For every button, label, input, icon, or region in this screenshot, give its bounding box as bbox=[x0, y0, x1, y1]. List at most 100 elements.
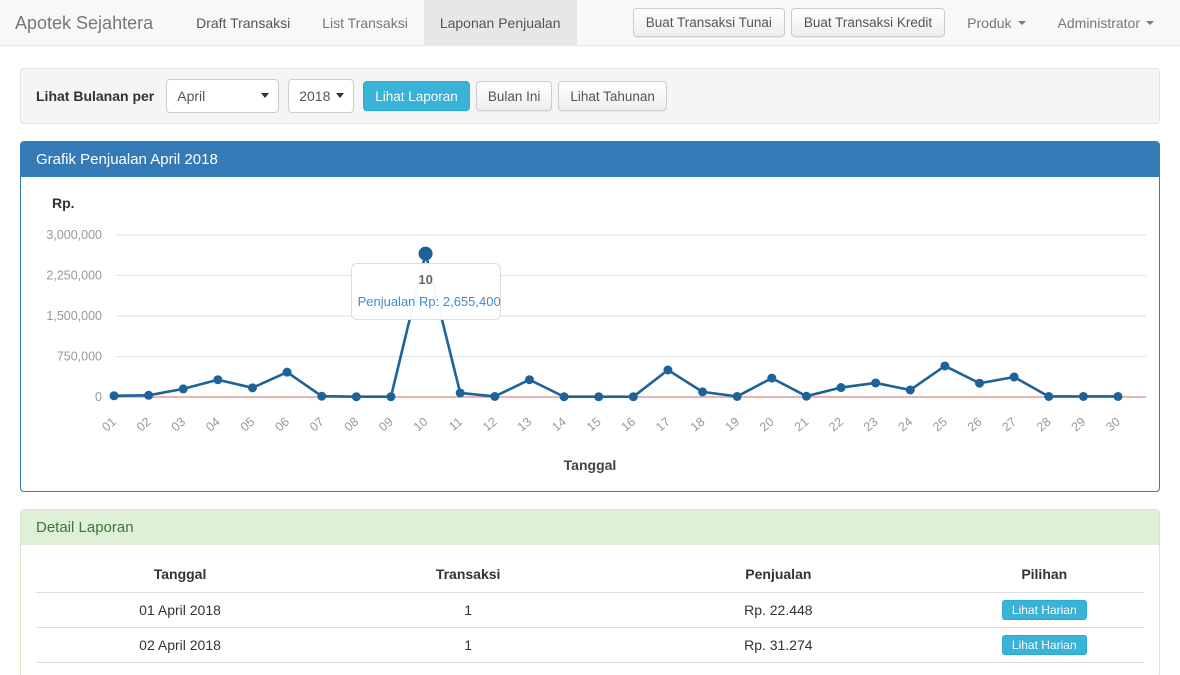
data-point-02[interactable] bbox=[144, 391, 153, 400]
col-header-penjualan: Penjualan bbox=[612, 559, 944, 593]
bulan-ini-button[interactable]: Bulan Ini bbox=[476, 81, 553, 111]
sales-chart[interactable]: 0750,0001,500,0002,250,0003,000,00001020… bbox=[36, 219, 1144, 443]
app-brand[interactable]: Apotek Sejahtera bbox=[0, 0, 168, 45]
col-header-transaksi: Transaksi bbox=[324, 559, 612, 593]
x-tick-label: 12 bbox=[480, 415, 500, 435]
x-tick-label: 16 bbox=[619, 415, 639, 435]
sales-line-chart[interactable]: 0750,0001,500,0002,250,0003,000,00001020… bbox=[36, 219, 1146, 443]
lihat-laporan-button[interactable]: Lihat Laporan bbox=[363, 81, 470, 111]
x-tick-label: 05 bbox=[238, 415, 258, 435]
month-select-value: April bbox=[177, 88, 205, 104]
chart-tooltip: 10 Penjualan Rp: 2,655,400 bbox=[351, 263, 501, 320]
nav-list-transaksi[interactable]: List Transaksi bbox=[306, 0, 424, 45]
buat-transaksi-kredit-button[interactable]: Buat Transaksi Kredit bbox=[791, 8, 945, 37]
x-tick-label: 27 bbox=[999, 415, 1019, 435]
table-header-row: Tanggal Transaksi Penjualan Pilihan bbox=[36, 559, 1144, 593]
data-point-18[interactable] bbox=[698, 387, 707, 396]
chart-panel-title: Grafik Penjualan April 2018 bbox=[21, 142, 1159, 177]
data-point-16[interactable] bbox=[629, 392, 638, 401]
month-select[interactable]: April bbox=[166, 79, 279, 113]
data-point-27[interactable] bbox=[1010, 373, 1019, 382]
chevron-down-icon bbox=[1146, 21, 1154, 25]
nav-laporan-penjualan[interactable]: Laponan Penjualan bbox=[424, 0, 577, 45]
tooltip-value: Penjualan Rp: 2,655,400 bbox=[358, 294, 494, 309]
lihat-harian-button[interactable]: Lihat Harian bbox=[1002, 600, 1087, 620]
data-point-09[interactable] bbox=[386, 392, 395, 401]
lihat-tahunan-button[interactable]: Lihat Tahunan bbox=[558, 81, 667, 111]
table-row: 01 April 2018 1 Rp. 22.448 Lihat Harian bbox=[36, 593, 1144, 628]
year-select-value: 2018 bbox=[299, 88, 330, 104]
produk-dropdown-label: Produk bbox=[967, 15, 1011, 31]
data-point-12[interactable] bbox=[490, 392, 499, 401]
data-point-28[interactable] bbox=[1044, 392, 1053, 401]
data-point-15[interactable] bbox=[594, 392, 603, 401]
x-tick-label: 19 bbox=[722, 415, 742, 435]
data-point-26[interactable] bbox=[975, 379, 984, 388]
data-point-07[interactable] bbox=[317, 392, 326, 401]
data-point-13[interactable] bbox=[525, 375, 534, 384]
chart-panel: Grafik Penjualan April 2018 Rp. 0750,000… bbox=[20, 141, 1160, 492]
data-point-29[interactable] bbox=[1079, 392, 1088, 401]
administrator-dropdown-label: Administrator bbox=[1058, 15, 1140, 31]
navbar: Apotek Sejahtera Draft Transaksi List Tr… bbox=[0, 0, 1180, 46]
cell-penjualan: Rp. 22.448 bbox=[612, 593, 944, 628]
data-point-08[interactable] bbox=[352, 392, 361, 401]
data-point-23[interactable] bbox=[871, 378, 880, 387]
x-tick-label: 15 bbox=[584, 415, 604, 435]
y-tick-label: 3,000,000 bbox=[46, 228, 102, 242]
x-tick-label: 23 bbox=[861, 415, 881, 435]
filter-label: Lihat Bulanan per bbox=[36, 88, 154, 104]
data-point-17[interactable] bbox=[663, 366, 672, 375]
x-axis-title: Tanggal bbox=[36, 457, 1144, 473]
cell-penjualan: Rp. 31.274 bbox=[612, 628, 944, 663]
x-tick-label: 22 bbox=[826, 415, 846, 435]
data-point-21[interactable] bbox=[802, 392, 811, 401]
table-row: 02 April 2018 1 Rp. 31.274 Lihat Harian bbox=[36, 628, 1144, 663]
x-tick-label: 26 bbox=[965, 415, 985, 435]
data-point-10[interactable] bbox=[419, 247, 433, 261]
x-tick-label: 04 bbox=[203, 415, 223, 435]
x-tick-label: 01 bbox=[99, 415, 119, 435]
x-tick-label: 13 bbox=[515, 415, 535, 435]
data-point-04[interactable] bbox=[213, 375, 222, 384]
y-tick-label: 1,500,000 bbox=[46, 309, 102, 323]
cell-tanggal: 01 April 2018 bbox=[36, 593, 324, 628]
x-tick-label: 07 bbox=[307, 415, 327, 435]
y-tick-label: 0 bbox=[95, 390, 102, 404]
x-tick-label: 18 bbox=[688, 415, 708, 435]
y-tick-label: 2,250,000 bbox=[46, 269, 102, 283]
nav-draft-transaksi[interactable]: Draft Transaksi bbox=[180, 0, 306, 45]
year-select[interactable]: 2018 bbox=[288, 79, 354, 113]
produk-dropdown[interactable]: Produk bbox=[951, 15, 1041, 31]
x-tick-label: 09 bbox=[376, 415, 396, 435]
buat-transaksi-tunai-button[interactable]: Buat Transaksi Tunai bbox=[633, 8, 785, 37]
x-tick-label: 30 bbox=[1103, 415, 1123, 435]
tooltip-day: 10 bbox=[358, 272, 494, 287]
data-point-05[interactable] bbox=[248, 383, 257, 392]
data-point-25[interactable] bbox=[940, 361, 949, 370]
data-point-03[interactable] bbox=[179, 384, 188, 393]
data-point-22[interactable] bbox=[837, 383, 846, 392]
data-point-01[interactable] bbox=[110, 391, 119, 400]
x-tick-label: 28 bbox=[1034, 415, 1054, 435]
data-point-20[interactable] bbox=[767, 374, 776, 383]
administrator-dropdown[interactable]: Administrator bbox=[1042, 15, 1170, 31]
data-point-14[interactable] bbox=[560, 392, 569, 401]
x-tick-label: 06 bbox=[272, 415, 292, 435]
cell-transaksi: 1 bbox=[324, 593, 612, 628]
cell-tanggal: 02 April 2018 bbox=[36, 628, 324, 663]
x-tick-label: 17 bbox=[653, 415, 673, 435]
x-tick-label: 03 bbox=[169, 415, 189, 435]
detail-panel: Detail Laporan Tanggal Transaksi Penjual… bbox=[20, 509, 1160, 675]
data-point-19[interactable] bbox=[733, 392, 742, 401]
data-point-24[interactable] bbox=[906, 385, 915, 394]
lihat-harian-button[interactable]: Lihat Harian bbox=[1002, 635, 1087, 655]
navbar-right: Buat Transaksi Tunai Buat Transaksi Kred… bbox=[633, 0, 1180, 45]
data-point-11[interactable] bbox=[456, 388, 465, 397]
data-point-30[interactable] bbox=[1114, 392, 1123, 401]
data-point-06[interactable] bbox=[283, 368, 292, 377]
y-tick-label: 750,000 bbox=[57, 350, 102, 364]
detail-panel-body: Tanggal Transaksi Penjualan Pilihan 01 A… bbox=[21, 545, 1159, 675]
filter-bar: Lihat Bulanan per April 2018 Lihat Lapor… bbox=[20, 68, 1160, 124]
cell-transaksi: 1 bbox=[324, 628, 612, 663]
